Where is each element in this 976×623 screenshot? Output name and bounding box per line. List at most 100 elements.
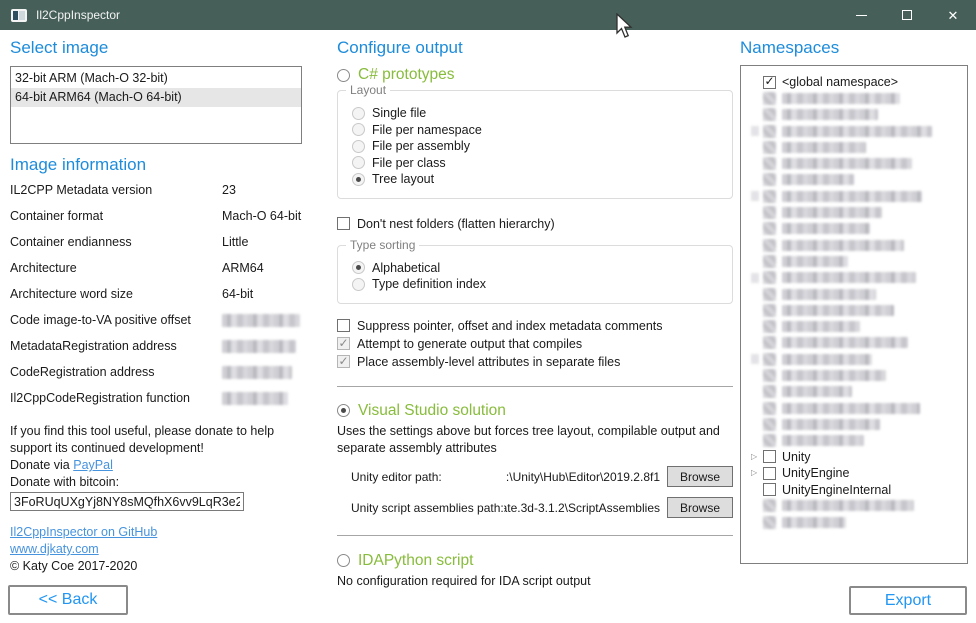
namespace-item-redacted[interactable] xyxy=(741,286,967,302)
namespace-item-redacted[interactable] xyxy=(741,237,967,253)
checkbox-separate-attribute-files[interactable]: ✓ Place assembly-level attributes in sep… xyxy=(337,353,733,371)
table-row: MetadataRegistration address xyxy=(10,339,302,365)
radio-icon xyxy=(352,156,365,169)
title-bar: Il2CppInspector ✕ xyxy=(0,0,976,30)
unity-editor-path-field[interactable]: :\Unity\Hub\Editor\2019.2.8f1 xyxy=(442,470,667,484)
radio-csharp-prototypes[interactable]: C# prototypes xyxy=(337,66,733,84)
redacted-namespace-text xyxy=(782,289,876,300)
namespace-item-redacted[interactable] xyxy=(741,433,967,449)
checkbox-icon xyxy=(337,319,350,332)
checkbox-icon-checked: ✓ xyxy=(337,337,350,350)
donate-bitcoin-label: Donate with bitcoin: xyxy=(10,474,302,491)
minimize-button[interactable] xyxy=(838,0,884,30)
namespace-item-unity[interactable]: ▷ Unity xyxy=(741,449,967,465)
namespace-item-redacted[interactable] xyxy=(741,270,967,286)
select-image-heading: Select image xyxy=(10,38,302,58)
namespace-item-redacted[interactable] xyxy=(741,90,967,106)
radio-single-file[interactable]: Single file xyxy=(352,105,722,121)
radio-file-per-assembly[interactable]: File per assembly xyxy=(352,138,722,154)
radio-file-per-class[interactable]: File per class xyxy=(352,155,722,171)
maximize-button[interactable] xyxy=(884,0,930,30)
image-list-item[interactable]: 32-bit ARM (Mach-O 32-bit) xyxy=(11,69,301,88)
namespaces-listbox[interactable]: ✓ <global namespace> ▷ Unity ▷ UnityEngi… xyxy=(740,65,968,564)
namespace-redacted-group xyxy=(741,90,967,449)
bitcoin-address-input[interactable] xyxy=(10,492,244,511)
radio-type-definition-index[interactable]: Type definition index xyxy=(352,276,722,292)
namespace-item-redacted[interactable] xyxy=(741,400,967,416)
image-list-item-selected[interactable]: 64-bit ARM64 (Mach-O 64-bit) xyxy=(11,88,301,107)
namespace-item-redacted[interactable] xyxy=(741,351,967,367)
namespace-item-redacted[interactable] xyxy=(741,155,967,171)
namespace-item-redacted[interactable] xyxy=(741,498,967,514)
expander-icon[interactable]: ▷ xyxy=(751,453,763,461)
checkbox-redacted xyxy=(763,336,776,349)
checkbox-redacted xyxy=(763,385,776,398)
namespace-item-unityengineinternal[interactable]: UnityEngineInternal xyxy=(741,481,967,497)
radio-file-per-namespace[interactable]: File per namespace xyxy=(352,122,722,138)
checkbox-redacted xyxy=(763,353,776,366)
checkbox-label: Attempt to generate output that compiles xyxy=(357,337,582,351)
namespace-item-redacted[interactable] xyxy=(741,514,967,530)
paypal-link[interactable]: PayPal xyxy=(73,458,113,472)
namespace-item-global[interactable]: ✓ <global namespace> xyxy=(741,74,967,90)
namespace-item-redacted[interactable] xyxy=(741,221,967,237)
expander-icon[interactable]: ▷ xyxy=(751,469,763,477)
unity-editor-path-label: Unity editor path: xyxy=(351,470,442,484)
expander-redacted xyxy=(751,273,759,283)
namespace-item-redacted[interactable] xyxy=(741,335,967,351)
namespace-item-redacted[interactable] xyxy=(741,172,967,188)
namespace-label: UnityEngineInternal xyxy=(782,483,891,497)
checkbox-icon xyxy=(337,217,350,230)
radio-icon xyxy=(352,278,365,291)
info-value: 23 xyxy=(222,183,302,197)
website-link[interactable]: www.djkaty.com xyxy=(10,542,99,556)
layout-groupbox: Layout Single file File per namespace Fi… xyxy=(337,90,733,199)
export-button[interactable]: Export xyxy=(849,586,967,615)
radio-label: IDAPython script xyxy=(358,552,473,570)
unity-script-assemblies-path-row: Unity script assemblies path: ate.3d-3.1… xyxy=(337,497,733,519)
table-row: Il2CppCodeRegistration function xyxy=(10,391,302,417)
divider xyxy=(337,386,733,387)
checkbox-suppress-comments[interactable]: Suppress pointer, offset and index metad… xyxy=(337,317,733,335)
namespace-item-redacted[interactable] xyxy=(741,107,967,123)
type-sorting-groupbox: Type sorting Alphabetical Type definitio… xyxy=(337,245,733,304)
vs-solution-description: Uses the settings above but forces tree … xyxy=(337,423,729,457)
close-button[interactable]: ✕ xyxy=(930,0,976,30)
redacted-namespace-text xyxy=(782,256,848,267)
namespace-item-redacted[interactable] xyxy=(741,384,967,400)
radio-idapython-script[interactable]: IDAPython script xyxy=(337,552,733,570)
namespace-item-redacted[interactable] xyxy=(741,188,967,204)
back-button[interactable]: << Back xyxy=(8,585,128,615)
namespace-item-redacted[interactable] xyxy=(741,416,967,432)
app-icon xyxy=(11,9,27,22)
unity-script-path-field[interactable]: ate.3d-3.1.2\ScriptAssemblies xyxy=(504,501,667,515)
browse-editor-path-button[interactable]: Browse xyxy=(667,466,733,487)
checkbox-redacted xyxy=(763,222,776,235)
radio-alphabetical[interactable]: Alphabetical xyxy=(352,260,722,276)
namespace-label: <global namespace> xyxy=(782,75,898,89)
redacted-namespace-text xyxy=(782,354,872,365)
radio-tree-layout[interactable]: Tree layout xyxy=(352,171,722,187)
namespace-item-redacted[interactable] xyxy=(741,318,967,334)
namespace-item-redacted[interactable] xyxy=(741,302,967,318)
radio-label: Type definition index xyxy=(372,277,486,291)
info-value: Little xyxy=(222,235,302,249)
namespace-item-redacted[interactable] xyxy=(741,204,967,220)
radio-visual-studio-solution[interactable]: Visual Studio solution xyxy=(337,402,733,420)
info-label: Container format xyxy=(10,209,222,223)
donation-block: If you find this tool useful, please don… xyxy=(10,423,302,511)
github-link[interactable]: Il2CppInspector on GitHub xyxy=(10,525,157,539)
browse-script-path-button[interactable]: Browse xyxy=(667,497,733,518)
namespace-item-unityengine[interactable]: ▷ UnityEngine xyxy=(741,465,967,481)
redacted-value xyxy=(222,366,292,379)
namespace-item-redacted[interactable] xyxy=(741,253,967,269)
image-listbox[interactable]: 32-bit ARM (Mach-O 32-bit) 64-bit ARM64 … xyxy=(10,66,302,144)
namespace-item-redacted[interactable] xyxy=(741,139,967,155)
checkbox-compilable-output[interactable]: ✓ Attempt to generate output that compil… xyxy=(337,335,733,353)
info-value-redacted xyxy=(222,391,302,405)
info-value-redacted xyxy=(222,339,302,353)
checkbox-flatten-hierarchy[interactable]: Don't nest folders (flatten hierarchy) xyxy=(337,215,733,233)
namespace-item-redacted[interactable] xyxy=(741,123,967,139)
namespace-item-redacted[interactable] xyxy=(741,367,967,383)
radio-label: File per namespace xyxy=(372,123,482,137)
